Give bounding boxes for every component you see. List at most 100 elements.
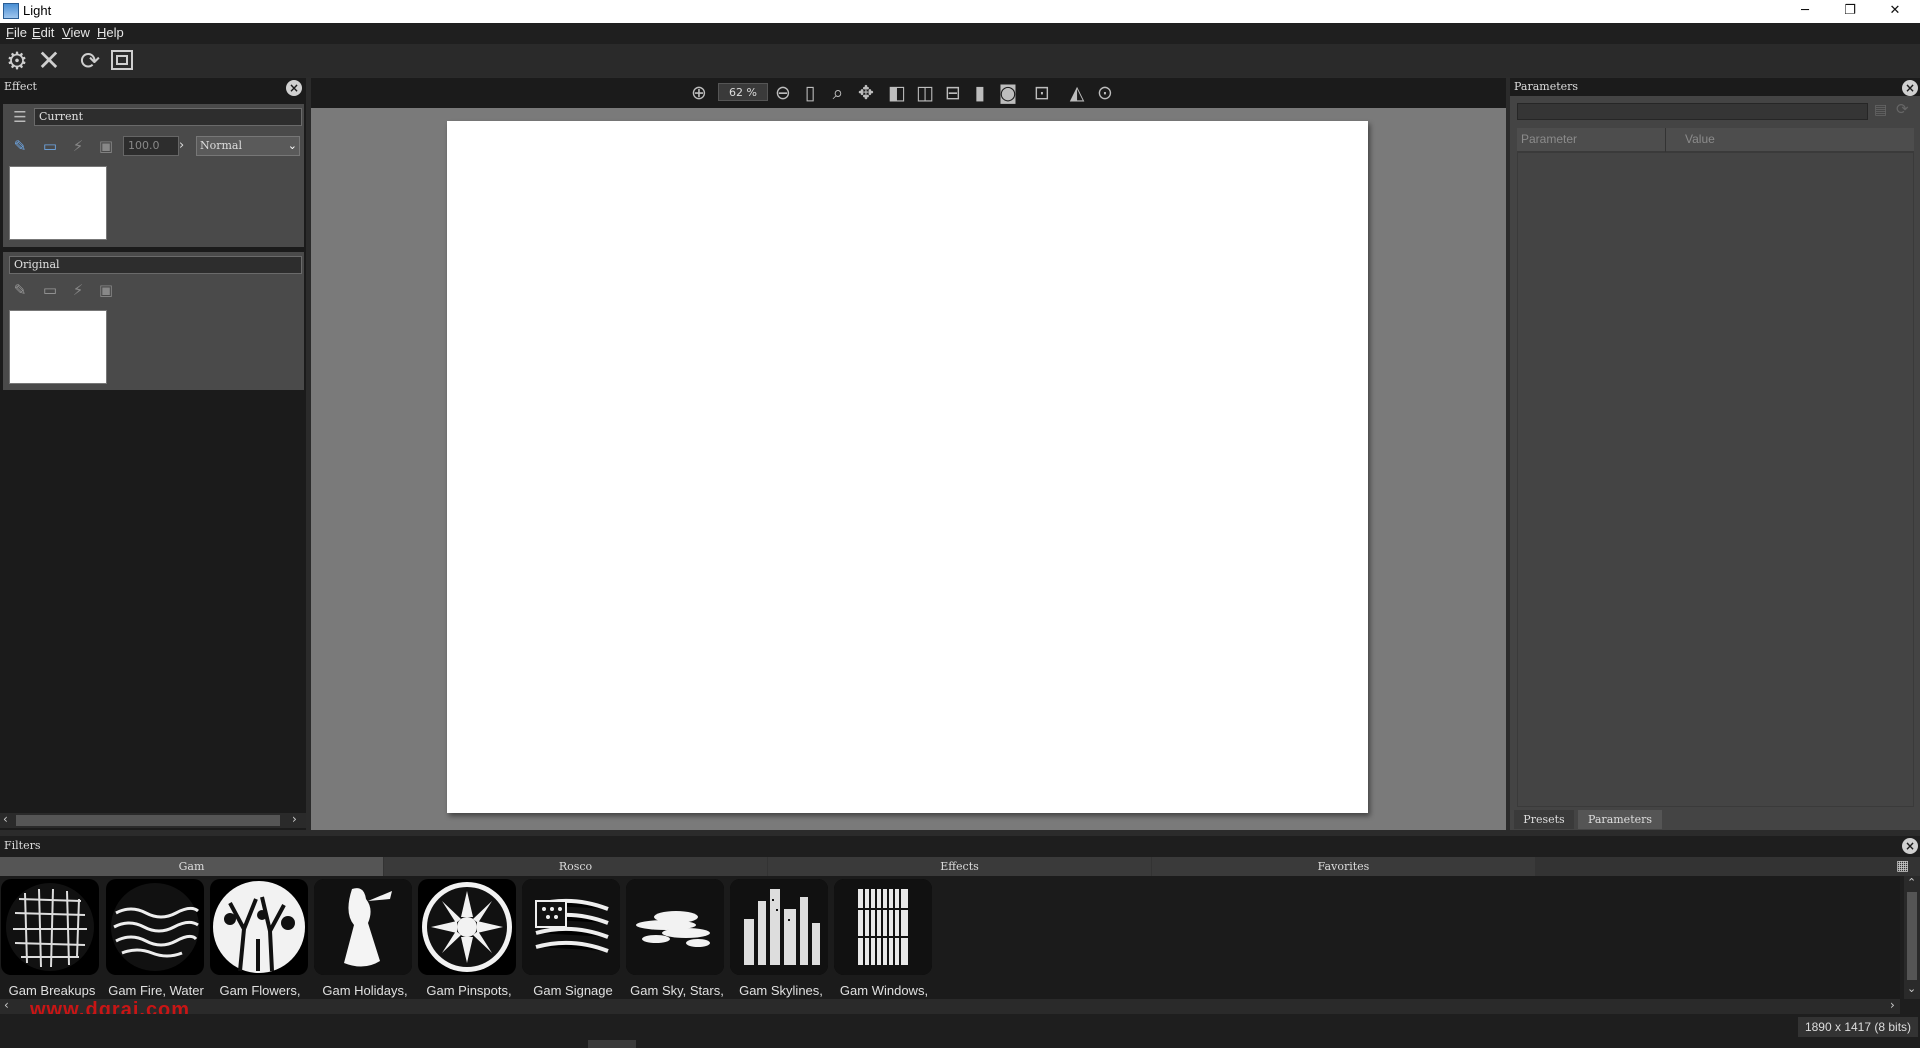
canvas-page[interactable] — [447, 121, 1368, 813]
split-compare-icon[interactable]: ◫ — [913, 81, 937, 105]
menu-help[interactable]: Help — [97, 25, 124, 40]
gobo-pinspots-thumb[interactable] — [418, 879, 516, 975]
gobo-holidays-thumb[interactable] — [314, 879, 412, 975]
original-layer-box: Original ✎ ▭ ⚡ ▣ — [3, 252, 304, 390]
menu-view[interactable]: View — [62, 25, 90, 40]
lightning-icon[interactable]: ⚡ — [67, 280, 89, 300]
parameter-table-header: Parameter Value — [1517, 128, 1914, 152]
scroll-right-icon[interactable]: › — [292, 812, 297, 826]
close-button[interactable]: ✕ — [1872, 0, 1918, 23]
split-horizontal-icon[interactable]: ⊟ — [941, 81, 965, 105]
minimize-button[interactable]: ─ — [1782, 0, 1828, 23]
frame-icon[interactable]: ▣ — [95, 280, 117, 300]
split-vertical-icon[interactable]: ◧ — [885, 81, 909, 105]
gobo-windows-thumb[interactable] — [834, 879, 932, 975]
save-preset-icon[interactable]: ▤ — [1874, 102, 1890, 120]
scroll-right-icon[interactable]: › — [1890, 998, 1895, 1012]
filter-label[interactable]: Gam Holidays, — [313, 983, 417, 998]
gear-icon[interactable]: ⚙ — [4, 48, 30, 74]
column-value[interactable]: Value — [1685, 132, 1715, 146]
zoom-field[interactable]: 62 % — [718, 83, 768, 101]
original-layer-name[interactable]: Original — [9, 256, 302, 274]
blend-mode-value: Normal — [200, 139, 243, 152]
tab-rosco[interactable]: Rosco — [384, 857, 767, 876]
scroll-thumb[interactable] — [16, 815, 280, 826]
filter-label[interactable]: Gam Flowers, — [208, 983, 312, 998]
edit-layer-icon[interactable]: ✎ — [9, 280, 31, 300]
scroll-thumb[interactable] — [1907, 892, 1917, 980]
parameters-panel-title: Parameters — [1510, 78, 1920, 96]
current-layer-box: ☰ Current ✎ ▭ ⚡ ▣ 100.0 › Normal ⌄ — [3, 104, 304, 247]
gobo-flowers-thumb[interactable] — [210, 879, 308, 975]
monitor-icon[interactable]: ▭ — [39, 280, 61, 300]
reset-icon[interactable]: ⟳ — [1896, 100, 1912, 118]
filter-label[interactable]: Gam Skylines, — [729, 983, 833, 998]
zoom-in-icon[interactable]: ⊕ — [687, 81, 711, 105]
tab-parameters[interactable]: Parameters — [1578, 810, 1662, 829]
grid-view-icon[interactable]: ▦ — [1896, 858, 1914, 876]
layer-menu-icon[interactable]: ☰ — [9, 107, 31, 127]
title-bar: Light ─ ❐ ✕ — [0, 0, 1920, 23]
filters-vertical-scrollbar[interactable]: ⌃ ⌄ — [1904, 876, 1920, 999]
parameter-table-body — [1517, 152, 1914, 807]
filter-label[interactable]: Gam Breakups — [0, 983, 104, 998]
main-toolbar: ⚙ ✕ ⟳ — [0, 44, 1920, 77]
loupe-icon[interactable]: ⊙ — [1093, 81, 1117, 105]
canvas-toolbar: ⊕ ⊖ ▯ ⌕ ✥ ◧ ◫ ⊟ ▮ ◙ ⊡ ◭ ⊙ — [311, 78, 1506, 108]
parameter-search-input[interactable] — [1517, 103, 1868, 120]
fit-frame-icon[interactable] — [109, 48, 135, 74]
column-parameter[interactable]: Parameter — [1521, 132, 1577, 146]
gobo-fire-water-thumb[interactable] — [106, 879, 204, 975]
original-thumbnail[interactable] — [9, 310, 107, 384]
zoom-icon[interactable]: ⌕ — [826, 81, 850, 105]
menu-file[interactable]: File — [6, 25, 27, 40]
image-info: 1890 x 1417 (8 bits) — [1798, 1017, 1918, 1037]
single-view-icon[interactable]: ▮ — [968, 81, 992, 105]
lightning-icon[interactable]: ⚡ — [67, 136, 89, 156]
filter-label[interactable]: Gam Sky, Stars, — [625, 983, 729, 998]
gobo-breakups-thumb[interactable] — [1, 879, 99, 975]
fit-image-icon[interactable]: ⊡ — [1030, 81, 1054, 105]
scroll-left-icon[interactable]: ‹ — [3, 812, 8, 826]
scroll-up-icon[interactable]: ⌃ — [1907, 876, 1916, 889]
gobo-skylines-thumb[interactable] — [730, 879, 828, 975]
tab-effects[interactable]: Effects — [768, 857, 1151, 876]
menu-edit[interactable]: Edit — [32, 25, 54, 40]
effect-panel-scrollbar[interactable]: ‹ › — [0, 812, 306, 828]
close-x-icon[interactable]: ✕ — [36, 47, 62, 75]
zoom-out-icon[interactable]: ⊖ — [771, 81, 795, 105]
filter-label[interactable]: Gam Fire, Water — [104, 983, 208, 998]
tab-gam[interactable]: Gam — [0, 857, 383, 876]
status-bar — [0, 1014, 1920, 1048]
blend-mode-select[interactable]: Normal ⌄ — [196, 136, 300, 156]
frame-icon[interactable]: ▣ — [95, 136, 117, 156]
filter-label[interactable]: Gam Windows, — [832, 983, 936, 998]
current-layer-name[interactable]: Current — [34, 108, 302, 126]
tab-presets[interactable]: Presets — [1514, 810, 1574, 829]
histogram-icon[interactable]: ◭ — [1065, 81, 1089, 105]
app-icon — [3, 3, 19, 19]
monitor-icon[interactable]: ▭ — [39, 136, 61, 156]
chevron-right-icon[interactable]: › — [179, 136, 193, 156]
opacity-input[interactable]: 100.0 — [123, 136, 179, 156]
edit-layer-icon[interactable]: ✎ — [9, 136, 31, 156]
camera-icon[interactable]: ◙ — [996, 81, 1020, 105]
current-thumbnail[interactable] — [9, 166, 107, 240]
scroll-left-icon[interactable]: ‹ — [4, 998, 9, 1012]
fit-height-icon[interactable]: ▯ — [798, 81, 822, 105]
filter-label[interactable]: Gam Signage — [521, 983, 625, 998]
pan-icon[interactable]: ✥ — [854, 81, 878, 105]
effect-panel-title: Effect — [0, 78, 306, 96]
filters-panel-close-icon[interactable]: × — [1902, 838, 1918, 854]
effect-panel-close-icon[interactable]: × — [286, 80, 302, 96]
refresh-icon[interactable]: ⟳ — [77, 48, 103, 74]
parameters-panel-close-icon[interactable]: × — [1902, 80, 1918, 96]
tab-favorites[interactable]: Favorites — [1152, 857, 1535, 876]
scroll-down-icon[interactable]: ⌄ — [1907, 982, 1916, 995]
gobo-sky-stars-thumb[interactable] — [626, 879, 724, 975]
maximize-button[interactable]: ❐ — [1827, 0, 1873, 23]
taskbar-item — [588, 1040, 636, 1048]
filter-label[interactable]: Gam Pinspots, — [417, 983, 521, 998]
gobo-signage-thumb[interactable] — [522, 879, 620, 975]
filters-horizontal-scrollbar[interactable]: ‹ › — [0, 998, 1900, 1014]
